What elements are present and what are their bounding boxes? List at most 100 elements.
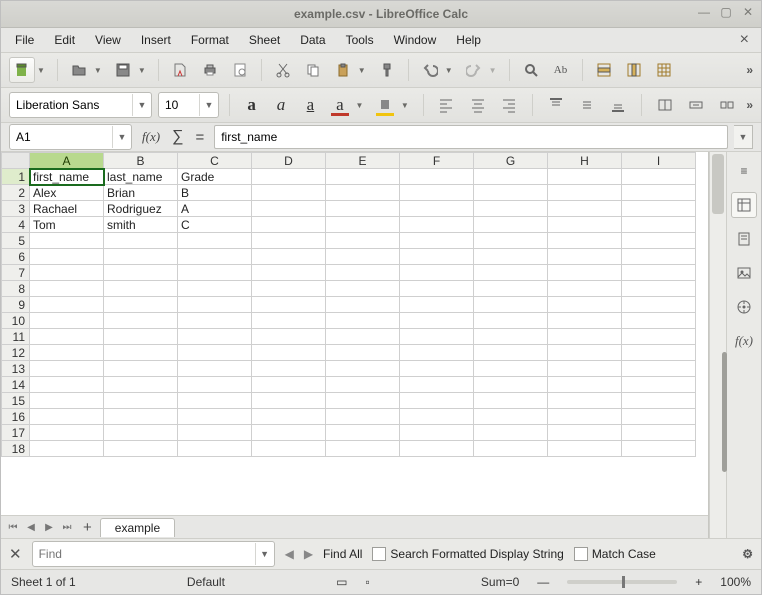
find-input[interactable]	[33, 543, 255, 565]
cell[interactable]	[252, 265, 326, 281]
font-size-input[interactable]	[159, 94, 199, 116]
cell[interactable]	[474, 233, 548, 249]
col-header-D[interactable]: D	[252, 153, 326, 169]
cell[interactable]	[400, 313, 474, 329]
cell[interactable]	[178, 313, 252, 329]
cell[interactable]	[104, 329, 178, 345]
sidebar-settings-icon[interactable]: ≡	[731, 158, 757, 184]
cell[interactable]	[474, 377, 548, 393]
cell[interactable]	[252, 249, 326, 265]
cell[interactable]	[252, 217, 326, 233]
chevron-down-icon[interactable]: ▼	[94, 66, 102, 75]
cell[interactable]	[326, 361, 400, 377]
bold-button[interactable]: a	[240, 93, 263, 117]
cell[interactable]	[30, 393, 104, 409]
cell[interactable]: smith	[104, 217, 178, 233]
cell[interactable]	[548, 297, 622, 313]
row-header[interactable]: 2	[2, 185, 30, 201]
cell[interactable]	[622, 249, 696, 265]
formatted-checkbox[interactable]: Search Formatted Display String	[372, 547, 563, 562]
highlight-button[interactable]	[373, 93, 396, 117]
align-right-button[interactable]	[497, 92, 522, 118]
cell[interactable]	[326, 233, 400, 249]
table-button[interactable]	[651, 57, 677, 83]
align-left-button[interactable]	[434, 92, 459, 118]
cell[interactable]	[104, 345, 178, 361]
cell[interactable]: A	[178, 201, 252, 217]
menu-sheet[interactable]: Sheet	[241, 30, 288, 50]
merge-button[interactable]	[683, 92, 708, 118]
cell[interactable]	[474, 345, 548, 361]
cell[interactable]	[252, 313, 326, 329]
cell[interactable]	[178, 297, 252, 313]
col-header-I[interactable]: I	[622, 153, 696, 169]
gallery-icon[interactable]	[731, 260, 757, 286]
row-header[interactable]: 6	[2, 249, 30, 265]
cell[interactable]	[400, 297, 474, 313]
cell[interactable]	[548, 217, 622, 233]
cell[interactable]	[548, 377, 622, 393]
menu-format[interactable]: Format	[183, 30, 237, 50]
save-button[interactable]	[110, 57, 136, 83]
functions-icon[interactable]: f(x)	[727, 328, 761, 354]
prev-sheet-icon[interactable]: ◀	[23, 522, 39, 533]
chevron-down-icon[interactable]: ▼	[489, 66, 497, 75]
chevron-down-icon[interactable]: ▼	[199, 94, 218, 116]
cell[interactable]	[252, 441, 326, 457]
chevron-down-icon[interactable]: ▼	[132, 94, 151, 116]
chevron-down-icon[interactable]: ▼	[37, 66, 45, 75]
properties-icon[interactable]	[731, 192, 757, 218]
cell[interactable]	[622, 441, 696, 457]
zoom-slider[interactable]	[567, 580, 677, 584]
cell[interactable]: Grade	[178, 169, 252, 185]
cell[interactable]	[30, 297, 104, 313]
chevron-down-icon[interactable]: ▼	[445, 66, 453, 75]
cell[interactable]	[326, 201, 400, 217]
cell[interactable]	[548, 249, 622, 265]
cell[interactable]	[474, 185, 548, 201]
chevron-down-icon[interactable]: ▼	[401, 101, 409, 110]
cell[interactable]	[326, 377, 400, 393]
align-middle-button[interactable]	[574, 92, 599, 118]
row-header[interactable]: 17	[2, 425, 30, 441]
selection-mode-icon[interactable]: ▫	[365, 575, 369, 589]
name-box-input[interactable]	[10, 126, 112, 148]
add-sheet-button[interactable]: +	[77, 519, 98, 536]
cell[interactable]	[178, 233, 252, 249]
cell[interactable]	[548, 169, 622, 185]
italic-button[interactable]: a	[269, 93, 292, 117]
cell[interactable]: Alex	[30, 185, 104, 201]
vertical-scrollbar[interactable]	[709, 152, 726, 538]
cell[interactable]	[548, 345, 622, 361]
col-header-F[interactable]: F	[400, 153, 474, 169]
cell[interactable]	[400, 393, 474, 409]
cell[interactable]	[474, 409, 548, 425]
last-sheet-icon[interactable]: ⏭	[59, 522, 75, 533]
cell[interactable]	[326, 441, 400, 457]
find-combo[interactable]: ▼	[32, 541, 275, 567]
cell[interactable]	[252, 425, 326, 441]
print-preview-button[interactable]	[227, 57, 253, 83]
cell[interactable]	[104, 425, 178, 441]
cell[interactable]	[400, 425, 474, 441]
row-header[interactable]: 15	[2, 393, 30, 409]
formula-input[interactable]	[214, 125, 728, 149]
cell[interactable]	[548, 313, 622, 329]
cell[interactable]	[326, 281, 400, 297]
cell[interactable]	[252, 201, 326, 217]
cell[interactable]	[474, 249, 548, 265]
menu-edit[interactable]: Edit	[46, 30, 83, 50]
row-header[interactable]: 1	[2, 169, 30, 185]
cell[interactable]	[104, 249, 178, 265]
cell[interactable]	[622, 361, 696, 377]
menu-file[interactable]: File	[7, 30, 42, 50]
row-header[interactable]: 8	[2, 281, 30, 297]
cell[interactable]: Rachael	[30, 201, 104, 217]
cell[interactable]	[326, 313, 400, 329]
undo-button[interactable]	[417, 57, 443, 83]
close-icon[interactable]: ✕	[741, 5, 755, 19]
cell[interactable]	[622, 281, 696, 297]
cell[interactable]	[400, 249, 474, 265]
formula-expand-icon[interactable]: ▼	[734, 125, 753, 149]
cell[interactable]	[178, 345, 252, 361]
